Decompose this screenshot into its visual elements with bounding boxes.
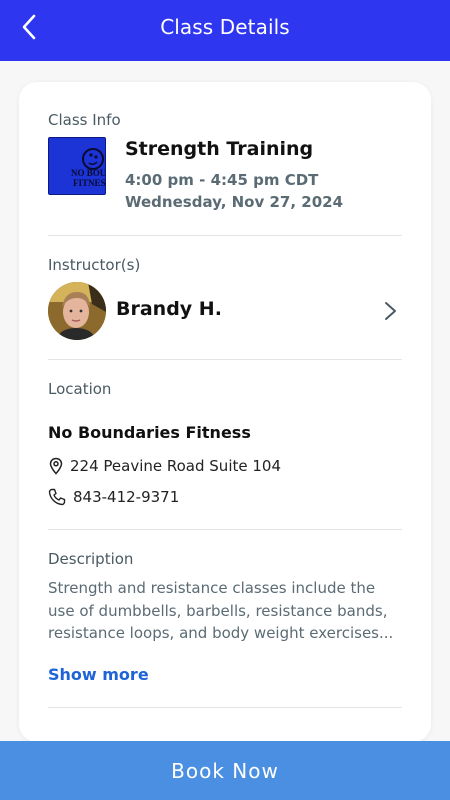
divider bbox=[48, 359, 402, 360]
back-button[interactable] bbox=[12, 10, 46, 44]
location-name: No Boundaries Fitness bbox=[48, 423, 251, 442]
map-pin-icon bbox=[49, 457, 63, 475]
phone-icon bbox=[48, 488, 66, 506]
phone-row[interactable]: 843-412-9371 bbox=[48, 486, 179, 508]
description-text: Strength and resistance classes include … bbox=[48, 579, 394, 642]
logo-text-line2: FITNES bbox=[73, 178, 106, 188]
show-more-link[interactable]: Show more bbox=[48, 665, 149, 684]
divider bbox=[48, 707, 402, 708]
chevron-right-icon bbox=[385, 302, 396, 320]
address-row[interactable]: 224 Peavine Road Suite 104 bbox=[48, 455, 281, 477]
class-info-label: Class Info bbox=[48, 111, 121, 129]
instructor-name: Brandy H. bbox=[116, 298, 222, 320]
class-date: Wednesday, Nov 27, 2024 bbox=[125, 193, 344, 211]
app-header: Class Details bbox=[0, 0, 450, 61]
description-label: Description bbox=[48, 550, 134, 568]
page-title: Class Details bbox=[160, 14, 290, 39]
location-label: Location bbox=[48, 380, 112, 398]
divider bbox=[48, 235, 402, 236]
instructor-row[interactable]: Brandy H. bbox=[48, 282, 402, 342]
class-name: Strength Training bbox=[125, 138, 314, 160]
chevron-left-icon bbox=[22, 14, 36, 40]
book-now-button[interactable]: Book Now bbox=[0, 741, 450, 800]
address-text: 224 Peavine Road Suite 104 bbox=[70, 457, 281, 475]
divider bbox=[48, 529, 402, 530]
avatar bbox=[48, 282, 106, 340]
instructor-label: Instructor(s) bbox=[48, 256, 141, 274]
logo-text-line1: NO BOU bbox=[71, 168, 106, 178]
class-logo: NO BOU FITNES bbox=[48, 137, 106, 195]
class-time: 4:00 pm - 4:45 pm CDT bbox=[125, 171, 319, 189]
class-details-card: Class Info NO BOU FITNES Strength Traini… bbox=[19, 82, 431, 742]
phone-text: 843-412-9371 bbox=[73, 488, 180, 506]
